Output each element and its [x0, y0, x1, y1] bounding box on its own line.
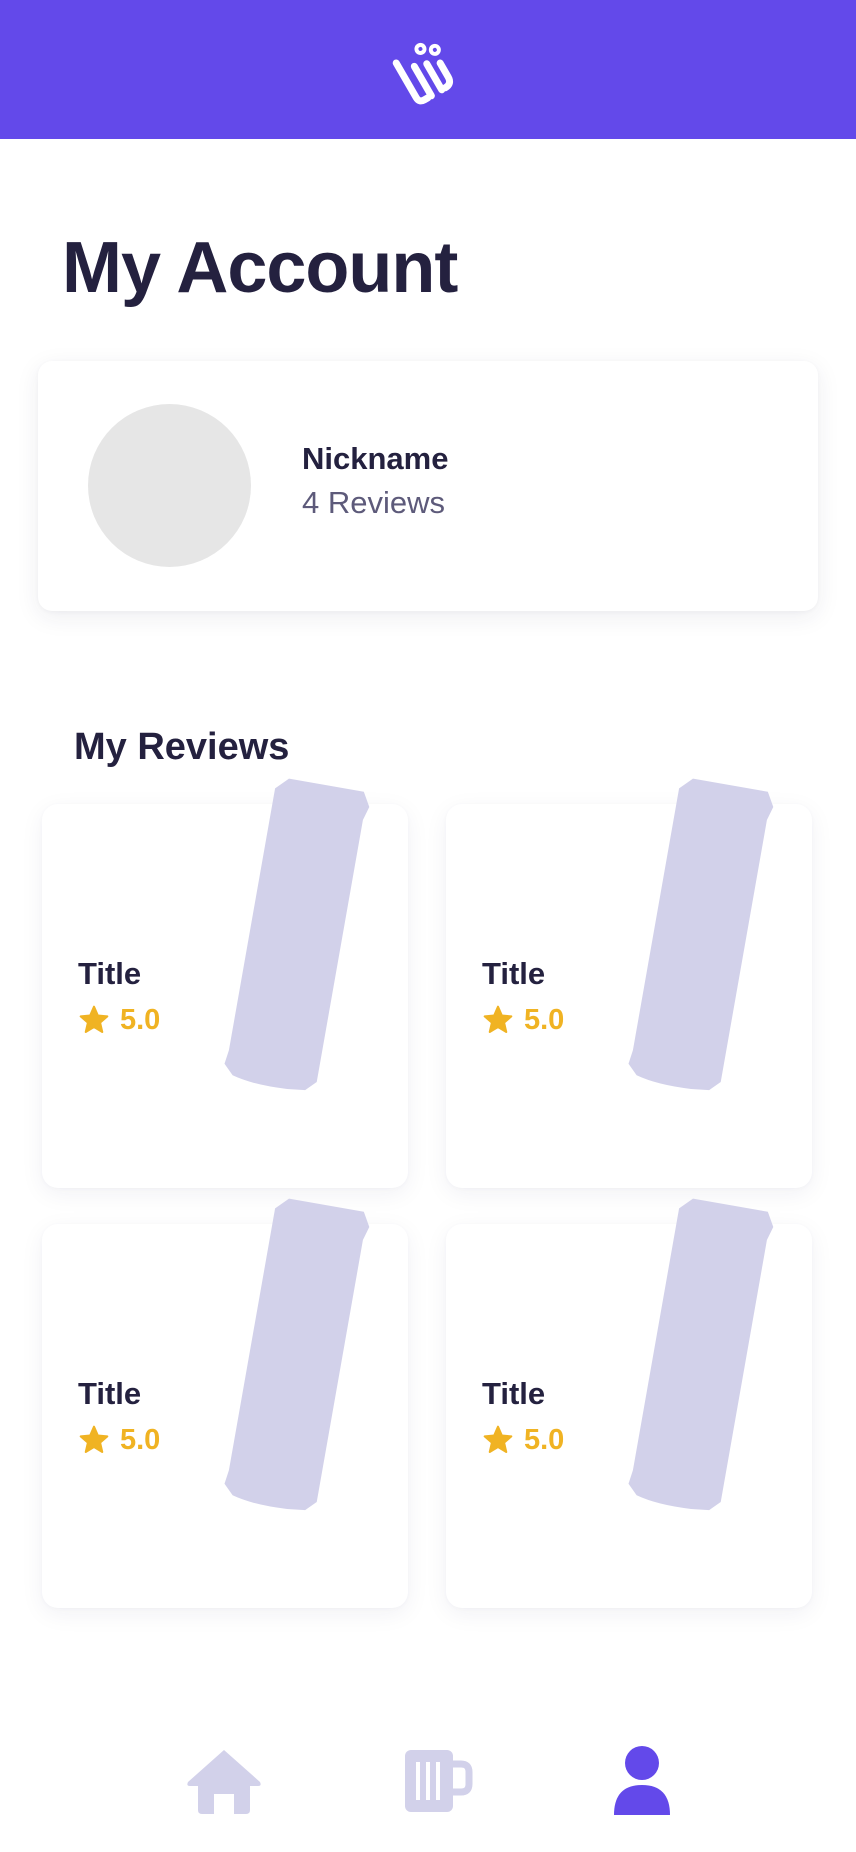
user-icon — [614, 1746, 670, 1815]
review-title: Title — [78, 1376, 142, 1411]
star-icon — [79, 1425, 109, 1453]
rating-value: 5.0 — [524, 1423, 565, 1456]
nav-beers[interactable] — [388, 1730, 488, 1830]
beer-mug-icon — [405, 1750, 473, 1812]
review-rating: 5.0 — [482, 1004, 564, 1036]
home-icon — [187, 1750, 261, 1814]
review-card[interactable]: Title 5.0 — [446, 778, 812, 1188]
review-card[interactable]: Title 5.0 — [446, 1198, 812, 1608]
rating-value: 5.0 — [120, 1003, 161, 1036]
star-icon — [79, 1005, 109, 1033]
review-title: Title — [482, 1376, 546, 1411]
page-title: My Account — [62, 228, 458, 308]
review-title: Title — [78, 956, 142, 991]
bottom-nav — [0, 1730, 856, 1852]
beer-can-icon — [224, 778, 370, 1091]
rating-value: 5.0 — [120, 1423, 161, 1456]
avatar[interactable] — [88, 404, 251, 567]
star-icon — [483, 1005, 513, 1033]
review-title: Title — [482, 956, 546, 991]
review-rating: 5.0 — [482, 1424, 564, 1456]
brand-logo-icon[interactable] — [388, 30, 468, 110]
beer-can-icon — [628, 778, 774, 1091]
review-rating: 5.0 — [78, 1424, 160, 1456]
beer-can-icon — [628, 1198, 774, 1511]
profile-review-count: 4 Reviews — [302, 485, 445, 520]
review-rating: 5.0 — [78, 1004, 160, 1036]
review-card[interactable]: Title 5.0 — [42, 1198, 408, 1608]
app-header — [0, 0, 856, 139]
nav-home[interactable] — [174, 1730, 274, 1830]
section-title-my-reviews: My Reviews — [74, 726, 290, 768]
beer-can-icon — [224, 1198, 370, 1511]
profile-card[interactable]: Nickname 4 Reviews — [38, 361, 818, 611]
profile-nickname: Nickname — [302, 441, 449, 476]
rating-value: 5.0 — [524, 1003, 565, 1036]
star-icon — [483, 1425, 513, 1453]
nav-account[interactable] — [592, 1730, 692, 1830]
review-card[interactable]: Title 5.0 — [42, 778, 408, 1188]
